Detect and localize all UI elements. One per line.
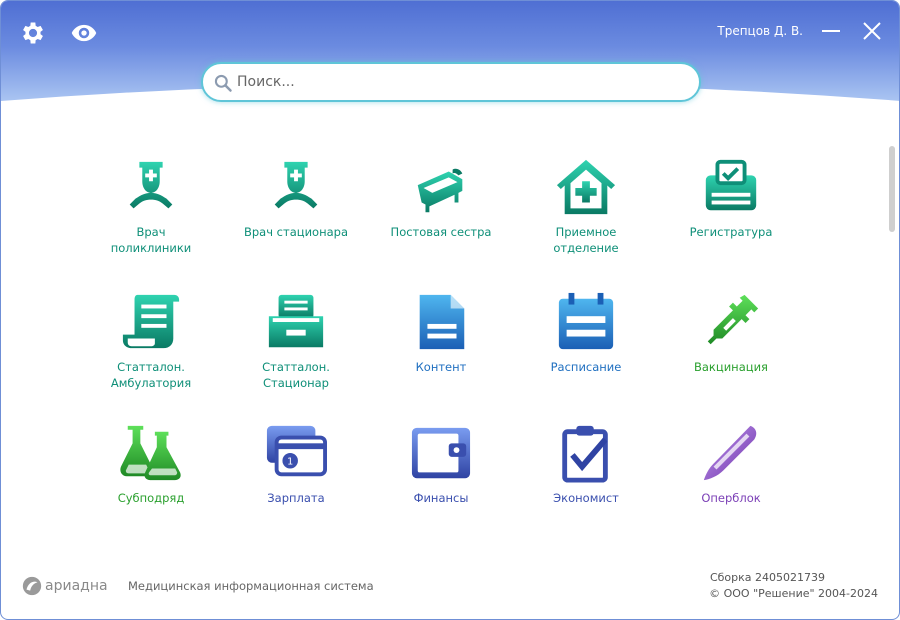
doctor-icon: [265, 156, 327, 218]
syringe-icon: [700, 291, 762, 353]
tile-registry[interactable]: Регистратура: [661, 156, 801, 276]
search-input[interactable]: [237, 70, 687, 94]
build-number: Сборка 2405021739: [709, 571, 825, 584]
tile-content[interactable]: Контент: [371, 291, 511, 411]
tile-salary[interactable]: 1 Зарплата: [226, 422, 366, 542]
tile-label: Приемное отделение: [553, 225, 619, 255]
tile-label: Статталон. Стационар: [262, 360, 330, 390]
user-name[interactable]: Трепцов Д. В.: [717, 24, 803, 38]
scroll-icon: [120, 291, 182, 353]
tile-outpatient-doctor[interactable]: Врач поликлиники: [81, 156, 221, 276]
tile-label: Экономист: [553, 491, 619, 505]
tile-stat-ambulatory[interactable]: Статталон. Амбулатория: [81, 291, 221, 411]
minimize-icon[interactable]: [819, 19, 843, 43]
tile-label: Финансы: [413, 491, 469, 505]
tile-subcontract[interactable]: Субподряд: [81, 422, 221, 542]
ariadna-logo-icon: [22, 576, 42, 596]
tile-vaccination[interactable]: Вакцинация: [661, 291, 801, 411]
settings-gear-icon[interactable]: [19, 19, 47, 47]
tile-label: Вакцинация: [694, 360, 768, 374]
search-box: [201, 62, 701, 102]
tile-label: Контент: [415, 360, 467, 374]
tile-admission-dept[interactable]: Приемное отделение: [516, 156, 656, 276]
registry-icon: [700, 156, 762, 218]
calendar-icon: [555, 291, 617, 353]
tile-label: Врач поликлиники: [110, 225, 192, 255]
scrollbar-thumb[interactable]: [889, 146, 895, 232]
tile-finance[interactable]: Финансы: [371, 422, 511, 542]
tile-label: Оперблок: [701, 491, 761, 505]
tile-schedule[interactable]: Расписание: [516, 291, 656, 411]
tile-label: Субподряд: [117, 491, 185, 505]
copyright: © ООО "Решение" 2004-2024: [709, 587, 878, 600]
eye-icon[interactable]: [69, 19, 99, 47]
tile-label: Расписание: [550, 360, 622, 374]
tile-label: Регистратура: [689, 225, 773, 239]
app-window: Трепцов Д. В. Врач поликлиники: [0, 0, 900, 620]
tile-stat-inpatient[interactable]: Статталон. Стационар: [226, 291, 366, 411]
tile-economist[interactable]: Экономист: [516, 422, 656, 542]
house-plus-icon: [555, 156, 617, 218]
tile-label: Врач стационара: [243, 225, 348, 239]
ariadna-logo: ариадна: [21, 575, 108, 597]
tile-label: Зарплата: [267, 491, 325, 505]
logo-text: ариадна: [45, 578, 108, 594]
tile-label: Постовая сестра: [390, 225, 492, 239]
wallet-icon: [410, 422, 472, 484]
search-icon: [214, 74, 232, 92]
tile-inpatient-doctor[interactable]: Врач стационара: [226, 156, 366, 276]
tile-label: Статталон. Амбулатория: [110, 360, 192, 390]
bed-icon: [410, 156, 472, 218]
tile-ward-nurse[interactable]: Постовая сестра: [371, 156, 511, 276]
cards-icon: 1: [265, 422, 327, 484]
close-icon[interactable]: [860, 19, 884, 43]
system-description: Медицинская информационная система: [128, 579, 374, 593]
tile-operating-block[interactable]: Оперблок: [661, 422, 801, 542]
scalpel-icon: [700, 422, 762, 484]
drawer-icon: [265, 291, 327, 353]
doctor-icon: [120, 156, 182, 218]
document-icon: [410, 291, 472, 353]
svg-text:1: 1: [287, 457, 293, 468]
checklist-icon: [555, 422, 617, 484]
flasks-icon: [120, 422, 182, 484]
